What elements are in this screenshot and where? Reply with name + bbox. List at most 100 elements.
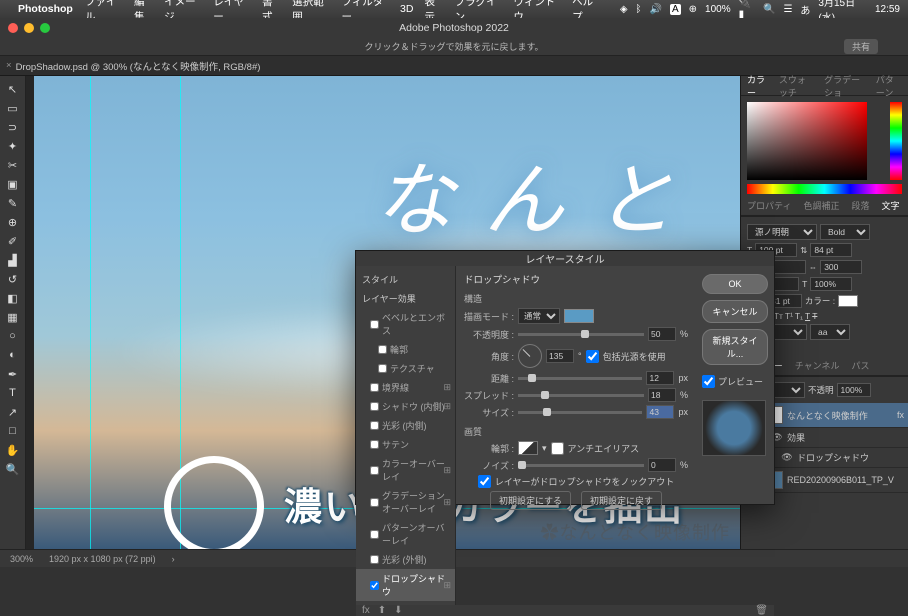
effect-checkbox[interactable] [378, 345, 387, 354]
effect-パターンオーバーレイ[interactable]: パターンオーバーレイ [356, 518, 455, 550]
opacity-slider[interactable] [518, 333, 644, 336]
layer-style-dialog[interactable]: レイヤースタイル スタイル レイヤー効果 ベベルとエンボス輪郭テクスチャ境界線⊞… [355, 250, 775, 505]
layer-opacity-input[interactable] [837, 383, 871, 397]
zoom-level[interactable]: 300% [10, 554, 33, 564]
hue-strip[interactable] [890, 102, 902, 180]
size-slider[interactable] [518, 411, 642, 414]
shape-tool-icon[interactable]: □ [3, 422, 23, 440]
status-icon[interactable]: ◈ [620, 4, 628, 15]
effect-ドロップシャドウ[interactable]: ドロップシャドウ⊞ [356, 569, 455, 601]
tab-properties[interactable]: プロパティ [741, 199, 797, 212]
preview-checkbox[interactable] [702, 375, 715, 388]
spread-input[interactable] [648, 388, 676, 402]
trash-icon[interactable]: 🗑 [755, 605, 768, 616]
fx-menu-icon[interactable]: fx [362, 605, 370, 616]
effect-checkbox[interactable] [370, 383, 379, 392]
noise-slider[interactable] [518, 464, 644, 467]
tab-close-icon[interactable]: × [6, 60, 12, 71]
pen-tool-icon[interactable]: ✒ [3, 365, 23, 383]
wand-tool-icon[interactable]: ✦ [3, 137, 23, 155]
hand-tool-icon[interactable]: ✋ [3, 441, 23, 459]
aa-select[interactable]: aa [810, 324, 850, 340]
smallcaps-button[interactable]: Tᴛ [774, 311, 783, 321]
font-family-select[interactable]: 源ノ明朝 [747, 224, 817, 240]
distance-slider[interactable] [518, 377, 642, 380]
plus-icon[interactable]: ⊞ [443, 401, 451, 412]
document-dims[interactable]: 1920 px x 1080 px (72 ppi) [49, 554, 156, 564]
share-button[interactable]: 共有 [844, 39, 878, 54]
menu-3d[interactable]: 3D [400, 3, 413, 15]
battery-icon[interactable]: 🔌▮ [739, 0, 755, 20]
ime-icon[interactable]: A [670, 4, 681, 15]
effect-ベベルとエンボス[interactable]: ベベルとエンボス [356, 308, 455, 340]
angle-dial[interactable] [518, 344, 542, 368]
menubar-time[interactable]: 12:59 [875, 4, 900, 15]
plus-icon[interactable]: ⊞ [443, 382, 451, 393]
opacity-input[interactable] [648, 327, 676, 341]
path-tool-icon[interactable]: ↗ [3, 403, 23, 421]
tab-swatches[interactable]: スウォッチ [773, 73, 818, 99]
close-window-icon[interactable] [8, 23, 18, 33]
blur-tool-icon[interactable]: ○ [3, 327, 23, 345]
effect-checkbox[interactable] [370, 320, 379, 329]
gradient-tool-icon[interactable]: ▦ [3, 308, 23, 326]
frame-tool-icon[interactable]: ▣ [3, 175, 23, 193]
size-input[interactable] [646, 405, 674, 419]
history-brush-icon[interactable]: ↺ [3, 270, 23, 288]
color-field[interactable] [747, 102, 867, 180]
app-name[interactable]: Photoshop [18, 3, 73, 15]
global-light-checkbox[interactable] [586, 350, 599, 363]
stamp-tool-icon[interactable]: ▟ [3, 251, 23, 269]
down-icon[interactable]: ⬇ [394, 605, 402, 616]
make-default-button[interactable]: 初期設定にする [490, 491, 571, 510]
cancel-button[interactable]: キャンセル [702, 300, 768, 323]
effect-サテン[interactable]: サテン [356, 435, 455, 454]
blend-mode-select[interactable]: 通常 [518, 308, 560, 324]
effect-境界線[interactable]: 境界線⊞ [356, 378, 455, 397]
effect-checkbox[interactable] [370, 498, 379, 507]
reset-default-button[interactable]: 初期設定に戻す [581, 491, 662, 510]
tab-patterns[interactable]: パターン [870, 73, 908, 99]
hscale-input[interactable] [810, 277, 852, 291]
zoom-tool-icon[interactable]: 🔍 [3, 460, 23, 478]
styles-header[interactable]: スタイル [356, 270, 455, 289]
eyedropper-tool-icon[interactable]: ✎ [3, 194, 23, 212]
wifi-icon[interactable]: ⊕ [689, 4, 697, 15]
angle-input[interactable] [546, 349, 574, 363]
healing-tool-icon[interactable]: ⊕ [3, 213, 23, 231]
knockout-checkbox[interactable] [478, 475, 491, 488]
strike-button[interactable]: T [812, 311, 817, 321]
tab-color[interactable]: カラー [741, 73, 773, 99]
control-center-icon[interactable]: ☰ [783, 4, 792, 15]
ok-button[interactable]: OK [702, 274, 768, 294]
shadow-color-swatch[interactable] [564, 309, 594, 323]
effect-checkbox[interactable] [370, 530, 379, 539]
effect-checkbox[interactable] [370, 421, 379, 430]
noise-input[interactable] [648, 458, 676, 472]
minimize-window-icon[interactable] [24, 23, 34, 33]
tab-paths[interactable]: パス [845, 359, 875, 372]
new-style-button[interactable]: 新規スタイル... [702, 329, 768, 365]
volume-icon[interactable]: 🔊 [650, 4, 662, 15]
effect-光彩 (内側)[interactable]: 光彩 (内側) [356, 416, 455, 435]
ime-lang[interactable]: あ [800, 2, 810, 17]
contour-picker[interactable] [518, 441, 538, 455]
guide-vertical[interactable] [90, 76, 91, 549]
effect-checkbox[interactable] [378, 364, 387, 373]
plus-icon[interactable]: ⊞ [443, 465, 451, 476]
traffic-lights[interactable] [8, 23, 50, 33]
effect-checkbox[interactable] [370, 402, 379, 411]
effect-テクスチャ[interactable]: テクスチャ [356, 359, 455, 378]
subscript-button[interactable]: T₁ [795, 311, 803, 321]
dodge-tool-icon[interactable]: ◐ [3, 346, 23, 364]
tab-gradients[interactable]: グラデーショ [818, 73, 870, 99]
fx-badge[interactable]: fx [897, 410, 904, 420]
search-icon[interactable]: 🔍 [763, 4, 775, 15]
font-weight-select[interactable]: Bold [820, 224, 870, 240]
lasso-tool-icon[interactable]: ⊃ [3, 118, 23, 136]
effect-シャドウ (内側)[interactable]: シャドウ (内側)⊞ [356, 397, 455, 416]
underline-button[interactable]: T [805, 311, 810, 321]
tab-channels[interactable]: チャンネル [789, 359, 846, 372]
plus-icon[interactable]: ⊞ [443, 497, 451, 508]
effect-輪郭[interactable]: 輪郭 [356, 340, 455, 359]
